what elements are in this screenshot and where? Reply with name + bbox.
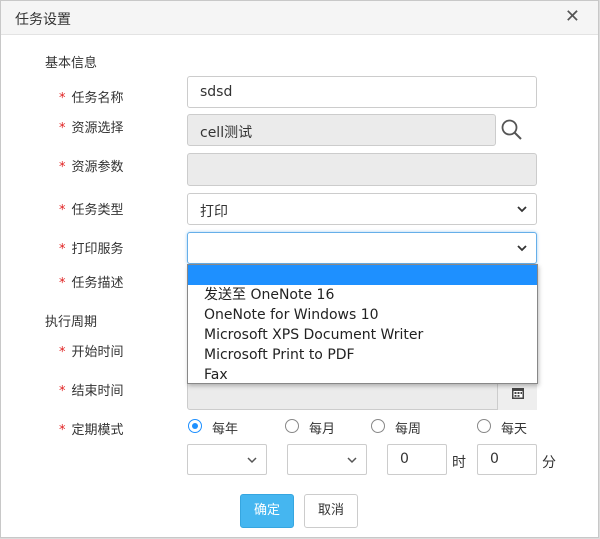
period-day-select[interactable] [287, 444, 367, 475]
section-schedule: 执行周期 [45, 315, 98, 330]
task-name-input[interactable]: sdsd [187, 76, 537, 108]
radio-dot[interactable] [477, 419, 491, 433]
hour-value: 0 [400, 451, 409, 467]
label-task-name: * 任务名称 [59, 87, 124, 106]
chevron-down-icon [347, 457, 357, 464]
radio-dot[interactable] [285, 419, 299, 433]
label-start-time: * 开始时间 [59, 341, 124, 360]
radio-daily-label: 每天 [501, 422, 528, 437]
resource-params-input [187, 153, 537, 186]
hour-input[interactable]: 0 [387, 444, 447, 475]
label-task-name-text: 任务名称 [71, 91, 124, 106]
resource-select-input: cell测试 [187, 114, 496, 146]
dialog-title: 任务设置 [15, 12, 71, 28]
period-month-select[interactable] [187, 444, 267, 475]
print-service-select[interactable] [187, 232, 537, 264]
label-period-mode: * 定期模式 [59, 419, 124, 438]
required-mark: * [59, 345, 66, 360]
minute-unit: 分 [542, 455, 556, 471]
minute-input[interactable]: 0 [477, 444, 537, 475]
label-task-type-text: 任务类型 [71, 203, 124, 218]
required-mark: * [59, 242, 66, 257]
print-service-dropdown: 发送至 OneNote 16 OneNote for Windows 10 Mi… [187, 264, 538, 384]
required-mark: * [59, 384, 66, 399]
label-resource-select-text: 资源选择 [71, 121, 124, 136]
task-name-value: sdsd [200, 84, 233, 100]
label-print-service-text: 打印服务 [71, 242, 124, 257]
radio-weekly-label: 每周 [395, 422, 422, 437]
chevron-down-icon [517, 245, 527, 252]
required-mark: * [59, 160, 66, 175]
radio-dot[interactable] [371, 419, 385, 433]
radio-dot[interactable] [188, 419, 202, 433]
search-icon[interactable] [500, 118, 524, 142]
print-service-option[interactable] [188, 265, 537, 285]
section-basic-info: 基本信息 [45, 56, 98, 71]
label-end-time-text: 结束时间 [71, 384, 124, 399]
confirm-button[interactable]: 确定 [240, 494, 294, 528]
hour-unit: 时 [452, 455, 466, 471]
minute-value: 0 [490, 451, 499, 467]
required-mark: * [59, 276, 66, 291]
print-service-option[interactable]: 发送至 OneNote 16 [188, 285, 537, 305]
label-print-service: * 打印服务 [59, 238, 124, 257]
task-type-value: 打印 [200, 204, 228, 220]
chevron-down-icon [247, 457, 257, 464]
label-start-time-text: 开始时间 [71, 345, 124, 360]
label-task-type: * 任务类型 [59, 199, 124, 218]
print-service-option[interactable]: Microsoft Print to PDF [188, 345, 537, 365]
task-type-select[interactable]: 打印 [187, 193, 537, 225]
radio-monthly-label: 每月 [309, 422, 336, 437]
label-end-time: * 结束时间 [59, 380, 124, 399]
required-mark: * [59, 203, 66, 218]
label-period-mode-text: 定期模式 [71, 423, 124, 438]
required-mark: * [59, 423, 66, 438]
print-service-option[interactable]: Microsoft XPS Document Writer [188, 325, 537, 345]
cancel-button[interactable]: 取消 [304, 494, 358, 528]
label-resource-select: * 资源选择 [59, 117, 124, 136]
print-service-option[interactable]: OneNote for Windows 10 [188, 305, 537, 325]
required-mark: * [59, 121, 66, 136]
calendar-icon [512, 388, 524, 399]
close-icon[interactable]: ✕ [565, 8, 580, 26]
radio-yearly-label: 每年 [212, 422, 239, 437]
task-settings-dialog: 任务设置 ✕ 基本信息 * 任务名称 sdsd * 资源选择 cell测试 * 资源参… [0, 0, 599, 538]
chevron-down-icon [517, 206, 527, 213]
print-service-option[interactable]: Fax [188, 365, 537, 385]
label-resource-params: * 资源参数 [59, 156, 124, 175]
resource-select-value: cell测试 [200, 125, 253, 141]
label-resource-params-text: 资源参数 [71, 160, 124, 175]
label-task-desc: * 任务描述 [59, 272, 124, 291]
required-mark: * [59, 91, 66, 106]
label-task-desc-text: 任务描述 [71, 276, 124, 291]
dialog-titlebar: 任务设置 ✕ [1, 1, 598, 35]
